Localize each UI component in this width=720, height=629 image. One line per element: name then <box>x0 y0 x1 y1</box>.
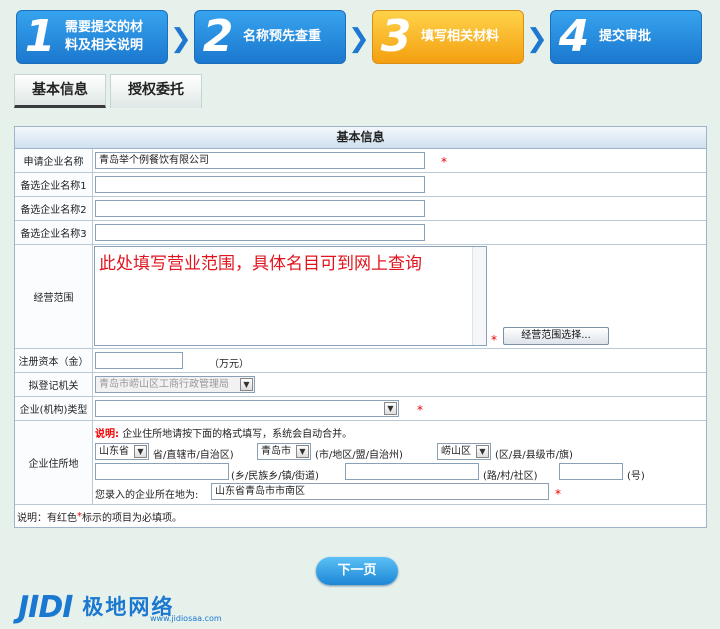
province-unit: 省/直辖市/自治区) <box>153 450 234 461</box>
company-type-select[interactable]: ▼ <box>95 400 399 417</box>
step-4-number: 4 <box>558 11 590 62</box>
chevron-right-icon: ❯ <box>170 24 192 54</box>
address-note-title: 说明: <box>95 429 119 440</box>
authority-select[interactable]: 青岛市崂山区工商行政管理局 ▼ <box>95 376 255 393</box>
alt-name-1-input[interactable] <box>95 176 425 193</box>
row-business-scope: 经营范围 此处填写营业范围，具体名目可到网上查询 * 经营范围选择... <box>15 245 706 349</box>
row-type: 企业(机构)类型 ▼ * <box>15 397 706 421</box>
company-name-label: 申请企业名称 <box>15 149 93 172</box>
district-unit: (区/县/县级市/旗) <box>495 450 573 461</box>
company-name-input[interactable]: 青岛举个例餐饮有限公司 <box>95 152 425 169</box>
chevron-down-icon: ▼ <box>296 445 309 458</box>
step-4: 4 提交审批 <box>550 10 702 64</box>
next-page-button[interactable]: 下一页 <box>316 557 398 585</box>
district-select[interactable]: 崂山区 ▼ <box>437 443 491 460</box>
house-number-input[interactable] <box>559 463 623 480</box>
basic-info-form: 基本信息 申请企业名称 青岛举个例餐饮有限公司 * 备选企业名称1 备选企业名称… <box>14 126 707 528</box>
required-mark: * <box>555 487 561 501</box>
authority-label: 拟登记机关 <box>15 373 93 396</box>
full-address-input[interactable]: 山东省青岛市市南区 <box>211 483 549 500</box>
step-3-label: 填写相关材料 <box>421 29 500 44</box>
city-value: 青岛市 <box>261 446 291 457</box>
chevron-down-icon: ▼ <box>476 445 489 458</box>
road-unit: (路/村/社区) <box>483 471 538 482</box>
chevron-down-icon: ▼ <box>384 402 397 415</box>
scope-hint-text: 此处填写营业范围，具体名目可到网上查询 <box>99 254 422 274</box>
province-select[interactable]: 山东省 ▼ <box>95 443 149 460</box>
logo: JIDI 极地网络 www.jidiosaa.com <box>18 589 222 625</box>
step-3: 3 填写相关材料 <box>372 10 524 64</box>
district-value: 崂山区 <box>441 446 471 457</box>
logo-url: www.jidiosaa.com <box>150 614 222 623</box>
scope-select-button[interactable]: 经营范围选择... <box>503 327 609 345</box>
alt-name-3-input[interactable] <box>95 224 425 241</box>
capital-unit: （万元） <box>209 359 249 370</box>
row-address: 企业住所地 说明: 企业住所地请按下面的格式填写，系统会自动合并。 山东省 ▼ … <box>15 421 706 505</box>
alt2-label: 备选企业名称2 <box>15 197 93 220</box>
capital-label: 注册资本（金） <box>15 349 93 372</box>
row-capital: 注册资本（金） （万元） <box>15 349 706 373</box>
capital-input[interactable] <box>95 352 183 369</box>
address-label: 企业住所地 <box>15 421 93 504</box>
footnote-row: 说明：有红色 * 标示的项目为必填项。 <box>15 505 706 527</box>
road-input[interactable] <box>345 463 479 480</box>
footnote-prefix: 说明：有红色 <box>17 512 77 524</box>
step-2: 2 名称预先查重 <box>194 10 346 64</box>
chevron-right-icon: ❯ <box>348 24 370 54</box>
footnote-suffix: 标示的项目为必填项。 <box>82 512 182 524</box>
chevron-down-icon: ▼ <box>134 445 147 458</box>
authority-value: 青岛市崂山区工商行政管理局 <box>99 379 229 390</box>
type-label: 企业(机构)类型 <box>15 397 93 420</box>
number-unit: (号) <box>627 471 645 482</box>
full-address-label: 您录入的企业所在地为: <box>95 490 199 501</box>
business-scope-textarea[interactable]: 此处填写营业范围，具体名目可到网上查询 <box>94 246 487 346</box>
step-4-label: 提交审批 <box>599 29 652 44</box>
city-select[interactable]: 青岛市 ▼ <box>257 443 311 460</box>
province-value: 山东省 <box>99 446 129 457</box>
chevron-down-icon: ▼ <box>240 378 253 391</box>
row-alt2: 备选企业名称2 <box>15 197 706 221</box>
step-3-number: 3 <box>380 11 412 62</box>
row-company-name: 申请企业名称 青岛举个例餐饮有限公司 * <box>15 149 706 173</box>
alt-name-2-input[interactable] <box>95 200 425 217</box>
tab-authorization[interactable]: 授权委托 <box>110 74 202 108</box>
township-input[interactable] <box>95 463 229 480</box>
step-1: 1 需要提交的材 料及相关说明 <box>16 10 168 64</box>
required-mark: * <box>417 403 423 417</box>
step-2-label: 名称预先查重 <box>243 29 322 44</box>
scrollbar[interactable] <box>472 247 486 345</box>
row-authority: 拟登记机关 青岛市崂山区工商行政管理局 ▼ <box>15 373 706 397</box>
row-alt1: 备选企业名称1 <box>15 173 706 197</box>
scope-label: 经营范围 <box>15 245 93 348</box>
row-alt3: 备选企业名称3 <box>15 221 706 245</box>
form-header: 基本信息 <box>15 127 706 149</box>
logo-mark: JIDI <box>18 589 73 625</box>
township-unit: (乡/民族乡/镇/街道) <box>231 471 319 482</box>
alt3-label: 备选企业名称3 <box>15 221 93 244</box>
required-mark: * <box>491 333 497 347</box>
step-progress-bar: 1 需要提交的材 料及相关说明 ❯ 2 名称预先查重 ❯ 3 填写相关材料 ❯ … <box>0 0 720 72</box>
step-1-label: 需要提交的材 料及相关说明 <box>65 20 144 53</box>
chevron-right-icon: ❯ <box>526 24 548 54</box>
tab-basic-info[interactable]: 基本信息 <box>14 74 106 108</box>
step-2-number: 2 <box>202 11 234 62</box>
address-note: 企业住所地请按下面的格式填写，系统会自动合并。 <box>122 429 353 440</box>
required-mark: * <box>441 155 447 169</box>
tab-bar: 基本信息 授权委托 <box>14 74 706 108</box>
step-1-number: 1 <box>24 11 56 62</box>
alt1-label: 备选企业名称1 <box>15 173 93 196</box>
city-unit: (市/地区/盟/自治州) <box>315 450 403 461</box>
